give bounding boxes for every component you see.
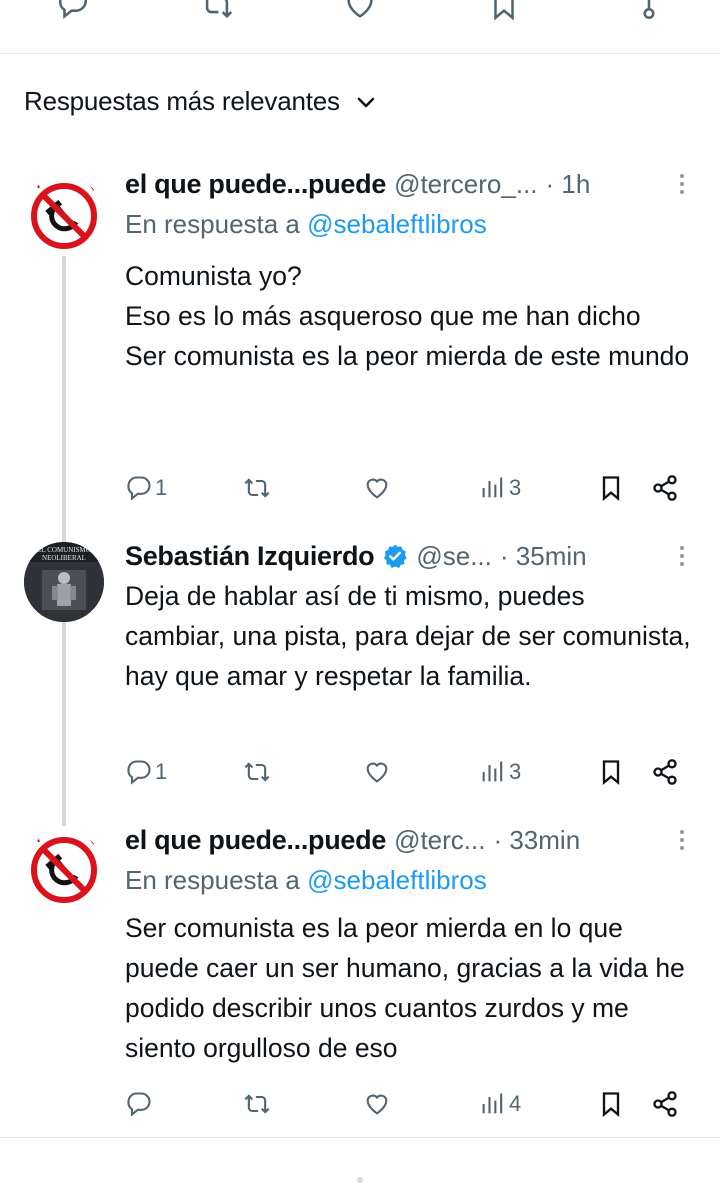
views-count: 3 [509,759,522,784]
bookmark-button[interactable] [597,468,625,508]
timestamp[interactable]: · 33min [493,825,580,856]
share-icon[interactable] [632,0,666,22]
tweet-content: el que puede...puede @tercero_... · 1h E… [125,164,692,376]
like-button[interactable] [363,752,391,792]
bookmark-icon[interactable] [487,0,521,22]
reply-context: En respuesta a @sebaleftlibros [125,860,692,900]
repost-button[interactable] [243,752,271,792]
share-button[interactable] [651,468,679,508]
more-options-icon[interactable] [672,540,692,572]
tweet-header: Sebastián Izquierdo @se... · 35min [125,536,692,576]
display-name[interactable]: el que puede...puede [125,169,386,200]
share-icon [653,1091,677,1117]
avatar-text-line-1: EL COMUNISMO [37,546,91,554]
sort-label: Respuestas más relevantes [24,86,340,116]
bookmark-icon [602,760,620,785]
more-options-icon[interactable] [672,824,692,856]
repost-icon[interactable] [200,0,234,22]
reply-icon [127,1092,151,1117]
repost-button[interactable] [243,1084,271,1124]
tweet-actions: 1 3 [125,468,692,508]
reply-tweet[interactable]: el que puede...puede @tercero_... · 1h E… [0,164,720,514]
repost-icon [244,762,270,782]
bookmark-button[interactable] [597,752,625,792]
reply-prefix: En respuesta a [125,865,308,895]
avatar[interactable] [24,176,104,256]
views-icon [482,761,503,782]
reply-button[interactable]: 1 [125,752,167,792]
display-name[interactable]: el que puede...puede [125,825,386,856]
repost-icon [244,1094,270,1114]
views-button[interactable]: 3 [479,468,521,508]
like-icon[interactable] [343,0,377,22]
more-options-icon[interactable] [672,168,692,200]
tweet-content: Sebastián Izquierdo @se... · 35min Deja … [125,536,692,696]
display-name[interactable]: Sebastián Izquierdo [125,541,375,572]
reply-count: 1 [155,475,168,500]
views-button[interactable]: 4 [479,1084,521,1124]
tweet-actions: 1 3 [125,752,692,792]
chevron-down-icon [357,97,375,107]
anti-communism-avatar-icon [24,830,104,910]
user-handle[interactable]: @terc... [394,825,485,856]
views-count: 3 [509,475,522,500]
bookmark-icon [602,1092,620,1117]
mention-link[interactable]: @sebaleftlibros [307,865,487,895]
share-button[interactable] [651,752,679,792]
user-handle[interactable]: @tercero_... [394,169,537,200]
views-button[interactable]: 3 [479,752,521,792]
scroll-indicator [357,1177,363,1183]
reply-icon[interactable] [56,0,90,22]
verified-badge-icon [384,544,408,569]
bookmark-button[interactable] [597,1084,625,1124]
user-handle[interactable]: @se... [416,541,492,572]
tweet-actions: 4 [125,1084,692,1124]
repost-button[interactable] [243,468,271,508]
mention-link[interactable]: @sebaleftlibros [307,209,487,239]
tweet-text: Comunista yo? Eso es lo más asqueroso qu… [125,261,690,371]
avatar[interactable]: EL COMUNISMO NEOLIBERAL [24,542,104,622]
share-icon [653,475,677,501]
timestamp[interactable]: · 35min [500,541,587,572]
like-icon [366,478,388,499]
sort-replies-dropdown[interactable]: Respuestas más relevantes [24,86,378,117]
views-icon [482,477,503,498]
book-cover-avatar-icon: EL COMUNISMO NEOLIBERAL [24,542,104,622]
anti-communism-avatar-icon [24,176,104,256]
like-icon [366,1094,388,1115]
share-icon [653,759,677,785]
views-count: 4 [509,1091,522,1116]
parent-tweet-action-bar [0,0,720,54]
avatar-text-line-2: NEOLIBERAL [42,554,86,562]
reply-context: En respuesta a @sebaleftlibros [125,204,692,244]
like-button[interactable] [363,1084,391,1124]
reply-tweet[interactable]: el que puede...puede @terc... · 33min En… [0,820,720,1130]
reply-prefix: En respuesta a [125,209,308,239]
reply-count: 1 [155,759,168,784]
reply-icon [127,476,151,501]
reply-icon [127,760,151,785]
tweet-text: Deja de hablar así de ti mismo, puedes c… [125,581,699,691]
share-button[interactable] [651,1084,679,1124]
reply-button[interactable]: 1 [125,468,167,508]
views-icon [482,1093,503,1114]
repost-icon [244,478,270,498]
bookmark-icon [602,476,620,501]
tweet-content: el que puede...puede @terc... · 33min En… [125,820,692,1068]
like-button[interactable] [363,468,391,508]
reply-tweet[interactable]: EL COMUNISMO NEOLIBERAL Sebastián Izquie… [0,536,720,812]
tweet-text: Ser comunista es la peor mierda en lo qu… [125,913,693,1063]
tweet-header: el que puede...puede @terc... · 33min [125,820,692,860]
reply-button[interactable] [125,1084,155,1124]
tweet-header: el que puede...puede @tercero_... · 1h [125,164,692,204]
divider [0,1137,720,1138]
like-icon [366,762,388,783]
avatar[interactable] [24,830,104,910]
timestamp[interactable]: · 1h [546,169,591,200]
